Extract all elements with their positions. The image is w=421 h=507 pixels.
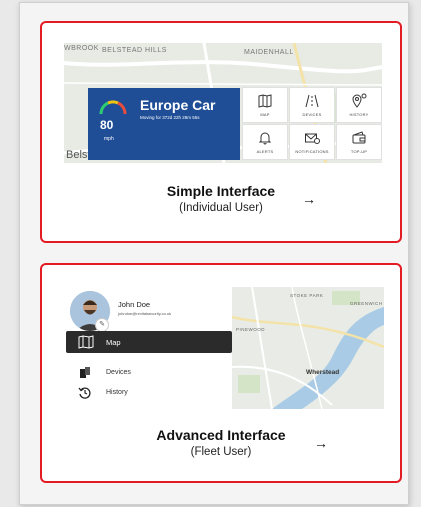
bell-icon <box>258 132 272 145</box>
vehicle-speed: 80 <box>100 118 114 132</box>
tile-map-label: MAP <box>260 112 270 117</box>
simple-interface-subtitle: (Individual User) <box>179 202 263 214</box>
tile-alerts[interactable]: ALERTS <box>242 124 288 160</box>
map-label-wherstead: Wherstead <box>306 369 340 376</box>
advanced-map-preview: STOKE PARK GREENWICH PINEWOOD Wherstead <box>232 287 384 409</box>
vehicle-status: Moving for 372d 22h 28m 55s <box>140 115 200 120</box>
history-icon <box>78 387 91 399</box>
advanced-interface-subtitle: (Fleet User) <box>190 446 252 458</box>
advanced-interface-title: Advanced Interface <box>156 427 286 443</box>
nav-item-history-label: History <box>106 389 128 396</box>
tile-top-up[interactable]: TOP-UP <box>336 124 382 160</box>
nav-item-map[interactable]: Map <box>66 331 232 353</box>
advanced-title-block: Advanced Interface (Fleet User) <box>42 427 400 458</box>
wallet-icon <box>352 131 366 144</box>
map-label-greenwich: GREENWICH <box>350 301 383 306</box>
nav-item-devices[interactable]: Devices <box>66 365 232 381</box>
map-icon <box>258 94 272 108</box>
tile-devices[interactable]: DEVICES <box>289 87 335 123</box>
advanced-arrow-icon[interactable]: → <box>314 435 328 451</box>
advanced-interface-card[interactable]: ✎ John Doe johndoe@revitalsecurity.co.uk… <box>40 263 402 483</box>
simple-map-preview: WBROOK BELSTEAD HILLS MAIDENHALL Belstea… <box>64 43 382 163</box>
speed-gauge-icon <box>99 100 127 115</box>
vehicle-name: Europe Car <box>140 97 216 113</box>
envelope-alert-icon <box>305 133 320 144</box>
map-icon <box>78 335 94 349</box>
simple-title-block: Simple Interface (Individual User) <box>42 183 400 214</box>
tile-top-up-label: TOP-UP <box>350 149 368 154</box>
simple-interface-title: Simple Interface <box>166 183 276 199</box>
road-icon <box>305 94 319 108</box>
vehicle-summary-box[interactable]: 80 mph Europe Car Moving for 372d 22h 28… <box>88 88 240 160</box>
simple-interface-card[interactable]: WBROOK BELSTEAD HILLS MAIDENHALL Belstea… <box>40 21 402 243</box>
tile-map[interactable]: MAP <box>242 87 288 123</box>
map-label-stoke-park: STOKE PARK <box>290 293 324 298</box>
interface-selector-panel: WBROOK BELSTEAD HILLS MAIDENHALL Belstea… <box>19 2 409 505</box>
map-label-pinewood: PINEWOOD <box>236 327 266 332</box>
map-label-belstead-hills: BELSTEAD HILLS <box>102 47 167 54</box>
devices-icon <box>80 367 90 378</box>
location-history-icon <box>352 93 367 108</box>
tile-history-label: HISTORY <box>349 112 369 117</box>
tile-notifications-label: NOTIFICATIONS <box>295 149 329 154</box>
tile-history[interactable]: HISTORY <box>336 87 382 123</box>
nav-item-map-label: Map <box>106 338 121 347</box>
nav-item-history[interactable]: History <box>66 385 232 401</box>
simple-arrow-icon[interactable]: → <box>302 191 316 207</box>
tile-devices-label: DEVICES <box>302 112 322 117</box>
edit-avatar-icon[interactable]: ✎ <box>95 318 109 332</box>
quick-action-tiles: MAP DEVICES HISTORY ALERTS NOTIFICATIONS <box>242 87 382 161</box>
user-email: johndoe@revitalsecurity.co.uk <box>118 311 172 316</box>
tile-alerts-label: ALERTS <box>256 149 274 154</box>
user-name: John Doe <box>118 300 151 309</box>
map-label-westbrook: WBROOK <box>64 45 99 52</box>
vehicle-speed-unit: mph <box>104 136 114 142</box>
tile-notifications[interactable]: NOTIFICATIONS <box>289 124 335 160</box>
nav-item-devices-label: Devices <box>106 369 131 376</box>
map-label-maidenhall: MAIDENHALL <box>244 49 294 56</box>
